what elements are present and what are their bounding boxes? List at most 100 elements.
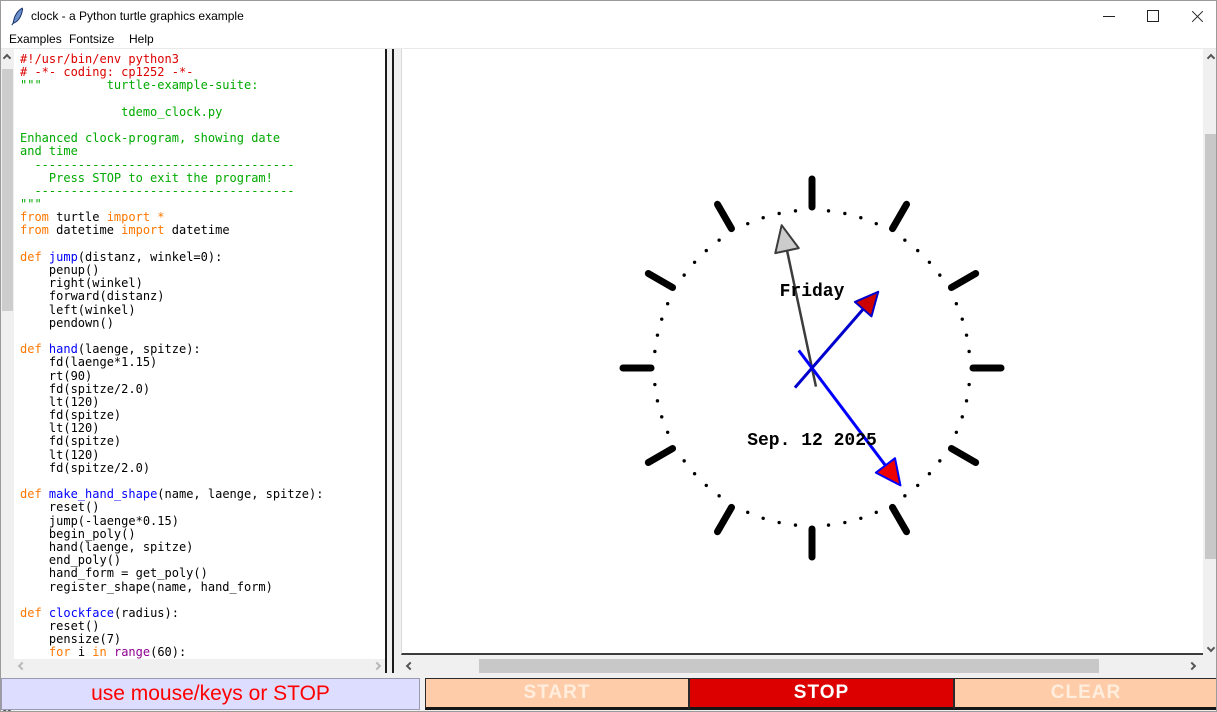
minute-dot <box>875 222 878 225</box>
clock-face: Friday Sep. 12 2025 <box>402 49 1203 653</box>
minute-dot <box>660 415 663 418</box>
minute-dot <box>965 399 968 402</box>
minute-dot <box>955 431 958 434</box>
minute-dot <box>928 472 931 475</box>
code-horizontal-scrollbar[interactable] <box>14 659 385 673</box>
minute-hand-head <box>876 458 901 485</box>
minute-dot <box>693 261 696 264</box>
code-vertical-scrollbar[interactable] <box>1 49 14 673</box>
hour-hand-shaft <box>795 309 863 387</box>
scroll-up-icon[interactable] <box>1207 54 1215 62</box>
scroll-left-icon[interactable] <box>406 662 414 670</box>
minute-dot <box>653 383 656 386</box>
code-line: ------------------------------------ <box>20 185 385 198</box>
minute-dot <box>656 399 659 402</box>
minute-dot <box>666 302 669 305</box>
code-line: for i in range(60): <box>20 646 385 659</box>
minute-dot <box>746 222 749 225</box>
minute-dot <box>859 216 862 219</box>
hour-tick <box>893 507 907 531</box>
code-editor[interactable]: #!/usr/bin/env python3# -*- coding: cp12… <box>14 49 385 659</box>
code-line: register_shape(name, hand_form) <box>20 581 385 594</box>
clock-weekday-text: Friday <box>780 282 845 302</box>
hour-tick <box>951 274 975 288</box>
minute-dot <box>903 494 906 497</box>
minute-dot <box>705 484 708 487</box>
minute-dot <box>705 249 708 252</box>
menu-bar: Examples Fontsize Help <box>1 31 1216 49</box>
scroll-left-icon[interactable] <box>18 662 26 670</box>
hour-tick <box>648 449 672 463</box>
minute-dot <box>961 415 964 418</box>
minute-dot <box>666 431 669 434</box>
scroll-right-icon[interactable] <box>1188 662 1196 670</box>
minimize-button[interactable] <box>1093 1 1125 31</box>
minute-dot <box>717 238 720 241</box>
minute-dot <box>967 350 970 353</box>
hour-tick <box>893 204 907 228</box>
minute-dot <box>693 472 696 475</box>
close-button[interactable] <box>1181 1 1213 31</box>
minute-dot <box>938 273 941 276</box>
canvas-horizontal-scrollbar[interactable] <box>401 659 1203 673</box>
minute-dot <box>794 209 797 212</box>
minute-dot <box>843 521 846 524</box>
code-line: fd(spitze/2.0) <box>20 462 385 475</box>
scroll-down-icon[interactable] <box>1207 644 1215 652</box>
menu-item-fontsize[interactable]: Fontsize <box>65 31 118 49</box>
code-line: tdemo_clock.py <box>20 106 385 119</box>
minimize-icon <box>1103 16 1115 17</box>
minute-dot <box>903 238 906 241</box>
minute-dot <box>682 459 685 462</box>
minute-dot <box>794 523 797 526</box>
minute-dot <box>746 511 749 514</box>
minute-dot <box>777 521 780 524</box>
clear-button[interactable]: CLEAR <box>954 678 1217 710</box>
minute-dot <box>938 459 941 462</box>
minute-dot <box>717 494 720 497</box>
hour-tick <box>648 274 672 288</box>
minute-dot <box>827 209 830 212</box>
menu-item-help[interactable]: Help <box>125 31 158 49</box>
minute-dot <box>761 517 764 520</box>
app-window: clock - a Python turtle graphics example… <box>0 0 1217 712</box>
minute-dot <box>916 249 919 252</box>
minute-dot <box>965 333 968 336</box>
scroll-up-icon[interactable] <box>3 54 11 62</box>
menu-item-examples[interactable]: Examples <box>5 31 66 49</box>
start-button[interactable]: START <box>425 678 689 710</box>
code-panel-border <box>385 49 387 673</box>
minute-dot <box>682 273 685 276</box>
minute-dot <box>967 383 970 386</box>
feather-icon <box>10 7 25 26</box>
code-lines: #!/usr/bin/env python3# -*- coding: cp12… <box>20 53 385 659</box>
scroll-right-icon[interactable] <box>373 662 381 670</box>
clock-date-text: Sep. 12 2025 <box>747 431 877 451</box>
minute-dot <box>875 511 878 514</box>
maximize-button[interactable] <box>1137 1 1169 31</box>
hour-tick <box>718 204 732 228</box>
status-message: use mouse/keys or STOP <box>1 678 420 710</box>
hour-tick <box>951 449 975 463</box>
code-line: from datetime import datetime <box>20 224 385 237</box>
turtle-canvas[interactable]: Friday Sep. 12 2025 <box>401 49 1203 655</box>
scrollbar-thumb[interactable] <box>479 659 1099 673</box>
minute-dot <box>827 523 830 526</box>
window-title: clock - a Python turtle graphics example <box>31 1 244 31</box>
code-line: pendown() <box>20 317 385 330</box>
scrollbar-thumb[interactable] <box>1205 134 1217 559</box>
minute-dot <box>955 302 958 305</box>
minute-dot <box>961 317 964 320</box>
scrollbar-thumb[interactable] <box>2 69 13 311</box>
minute-dot <box>928 261 931 264</box>
minute-dot <box>656 333 659 336</box>
minute-dot <box>777 212 780 215</box>
code-line: """ turtle-example-suite: <box>20 79 385 92</box>
second-hand-head <box>775 225 798 253</box>
title-bar[interactable]: clock - a Python turtle graphics example <box>1 1 1216 31</box>
status-row: use mouse/keys or STOP START STOP CLEAR <box>1 678 1216 710</box>
maximize-icon <box>1147 10 1159 22</box>
canvas-vertical-scrollbar[interactable] <box>1204 49 1217 655</box>
stop-button[interactable]: STOP <box>689 678 954 710</box>
minute-dot <box>660 317 663 320</box>
